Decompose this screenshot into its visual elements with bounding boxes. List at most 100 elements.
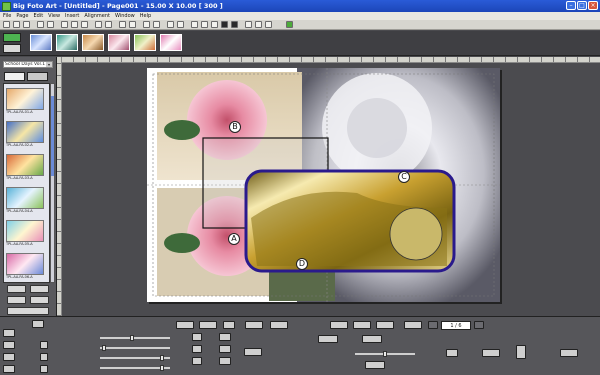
tool-button-3[interactable] [223, 321, 235, 329]
frame-tool-3[interactable] [376, 321, 394, 329]
photo-icon[interactable] [286, 21, 293, 28]
small-tool-1[interactable] [40, 341, 48, 349]
rotate-button[interactable] [482, 349, 500, 357]
saturation-slider[interactable] [100, 365, 170, 371]
preview-icon[interactable] [47, 21, 54, 28]
tab-photos[interactable] [27, 72, 48, 81]
layer-up-icon[interactable] [221, 21, 228, 28]
list-item[interactable]: TPL-AA-FA-03-A [6, 154, 44, 184]
opacity-slider[interactable] [100, 335, 170, 341]
effect-button-1[interactable] [318, 335, 338, 343]
option-2[interactable] [219, 345, 231, 353]
page-thumbnail-1[interactable] [30, 34, 52, 51]
side-tool-4[interactable] [3, 365, 15, 373]
template-list-scrollbar[interactable] [50, 83, 55, 283]
group-icon[interactable] [245, 21, 252, 28]
tool-button-2[interactable] [199, 321, 217, 329]
effect-button-2[interactable] [362, 335, 382, 343]
menu-page[interactable]: Page [16, 12, 28, 20]
contrast-slider[interactable] [100, 355, 170, 361]
align-tool-1[interactable] [192, 333, 202, 341]
menu-file[interactable]: File [3, 12, 11, 20]
page-thumbnail-6[interactable] [160, 34, 182, 51]
side-tool-3[interactable] [3, 353, 15, 361]
brightness-slider[interactable] [100, 345, 170, 351]
tool-button-1[interactable] [176, 321, 194, 329]
delete-icon[interactable] [129, 21, 136, 28]
page-thumbnail-5[interactable] [134, 34, 156, 51]
minimize-button[interactable]: – [566, 1, 576, 10]
menu-insert[interactable]: Insert [65, 12, 79, 20]
list-item[interactable]: TPL-AA-FA-02-A [6, 121, 44, 151]
tool-button-4[interactable] [270, 321, 288, 329]
slider-knob[interactable] [160, 365, 164, 371]
close-button[interactable]: × [588, 1, 598, 10]
slider-knob[interactable] [130, 335, 134, 341]
page-thumbnail-2[interactable] [56, 34, 78, 51]
print-icon[interactable] [37, 21, 44, 28]
ungroup-icon[interactable] [255, 21, 262, 28]
undo-icon[interactable] [143, 21, 150, 28]
mirror-button[interactable] [560, 349, 578, 357]
menu-alignment[interactable]: Alignment [84, 12, 110, 20]
frame-tool-2[interactable] [353, 321, 371, 329]
list-item[interactable]: TPL-AA-FA-04-A [6, 187, 44, 217]
frame-tool-1[interactable] [330, 321, 348, 329]
panel-button-4[interactable] [30, 296, 49, 304]
align-tool-2[interactable] [192, 345, 202, 353]
frame-tool-4[interactable] [404, 321, 422, 329]
option-3[interactable] [219, 357, 231, 365]
menu-view[interactable]: View [48, 12, 60, 20]
effect-button-4[interactable] [446, 349, 458, 357]
align-left-icon[interactable] [191, 21, 198, 28]
list-item[interactable]: TPL-AA-FA-05-A [6, 220, 44, 250]
effect-button-3[interactable] [365, 361, 385, 369]
page-canvas[interactable] [147, 68, 500, 302]
color-button[interactable] [245, 321, 263, 329]
category-dropdown[interactable]: School Days Vol.1 ▾ [3, 61, 53, 68]
list-item[interactable]: TPL-AA-FA-01-A [6, 88, 44, 118]
layer-down-icon[interactable] [231, 21, 238, 28]
slider-knob[interactable] [160, 355, 164, 361]
maximize-button[interactable]: □ [577, 1, 587, 10]
small-tool-3[interactable] [40, 365, 48, 373]
text-icon[interactable] [105, 21, 112, 28]
new-icon[interactable] [3, 21, 10, 28]
align-center-icon[interactable] [201, 21, 208, 28]
panel-button-5[interactable] [7, 307, 49, 315]
option-1[interactable] [219, 333, 231, 341]
cut-icon[interactable] [61, 21, 68, 28]
align-tool-3[interactable] [192, 357, 202, 365]
list-item[interactable]: TPL-AA-FA-06-A [6, 253, 44, 282]
small-tool-2[interactable] [40, 353, 48, 361]
menu-edit[interactable]: Edit [33, 12, 43, 20]
top-tool-1[interactable] [32, 320, 44, 328]
slider-knob[interactable] [383, 351, 387, 357]
next-page-button[interactable] [474, 321, 484, 329]
flip-button[interactable] [516, 345, 526, 359]
redo-icon[interactable] [153, 21, 160, 28]
image-icon[interactable] [95, 21, 102, 28]
zoom-in-icon[interactable] [167, 21, 174, 28]
apply-button[interactable] [244, 348, 262, 356]
prev-page-button[interactable] [428, 321, 438, 329]
open-icon[interactable] [13, 21, 20, 28]
panel-button-1[interactable] [7, 285, 26, 293]
zoom-out-icon[interactable] [177, 21, 184, 28]
scrollbar-thumb[interactable] [51, 96, 54, 176]
size-slider[interactable] [355, 351, 415, 357]
align-right-icon[interactable] [211, 21, 218, 28]
side-tool-2[interactable] [3, 341, 15, 349]
panel-button-2[interactable] [30, 285, 49, 293]
tab-templates[interactable] [4, 72, 25, 81]
grid-icon[interactable] [265, 21, 272, 28]
menu-help[interactable]: Help [140, 12, 151, 20]
copy-icon[interactable] [71, 21, 78, 28]
paste-icon[interactable] [81, 21, 88, 28]
panel-button-3[interactable] [7, 296, 26, 304]
page-thumbnail-3[interactable] [82, 34, 104, 51]
template-mode-button[interactable] [3, 33, 21, 42]
slider-knob[interactable] [102, 345, 106, 351]
menu-window[interactable]: Window [115, 12, 135, 20]
photo-mode-button[interactable] [3, 44, 21, 53]
